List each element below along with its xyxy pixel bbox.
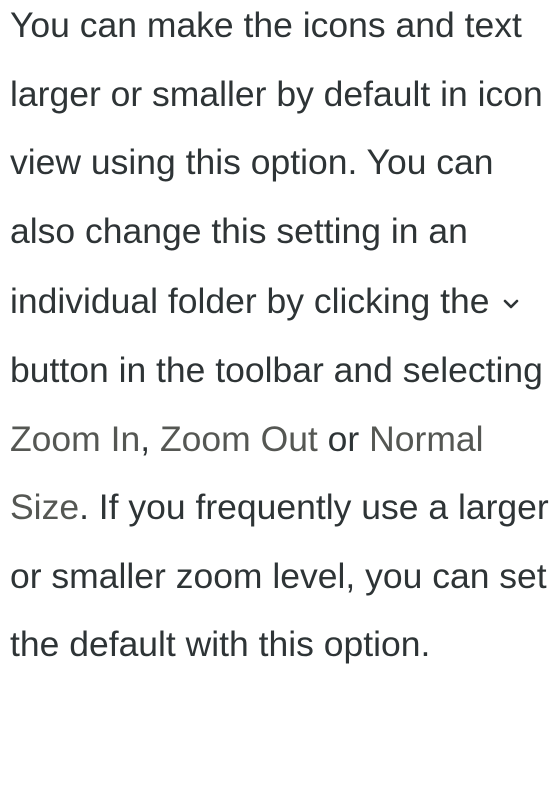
chevron-down-icon: [500, 265, 522, 309]
paragraph-text: You can make the icons and text larger o…: [10, 5, 543, 322]
gui-label-zoom-out: Zoom Out: [159, 418, 318, 459]
paragraph-text: ,: [140, 418, 151, 459]
help-paragraph: You can make the icons and text larger o…: [10, 0, 550, 679]
paragraph-text: . If you frequently use a larger or smal…: [10, 487, 549, 665]
gui-label-zoom-in: Zoom In: [10, 418, 141, 459]
paragraph-text: button in the toolbar and selecting: [10, 349, 543, 390]
paragraph-text: or: [327, 418, 360, 459]
